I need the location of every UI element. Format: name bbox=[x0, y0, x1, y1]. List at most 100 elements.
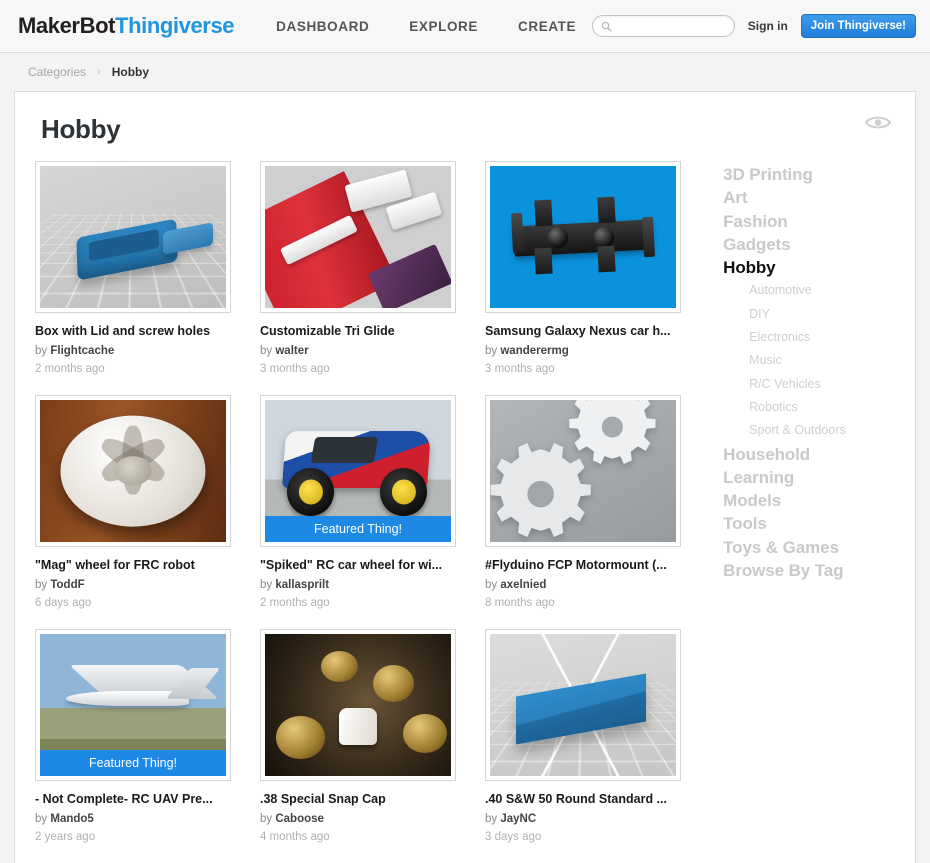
thing-title[interactable]: "Mag" wheel for FRC robot bbox=[35, 558, 231, 573]
sidebar-item-household[interactable]: Household bbox=[723, 443, 895, 466]
thing-title[interactable]: Samsung Galaxy Nexus car h... bbox=[485, 324, 681, 339]
thing-card[interactable]: Samsung Galaxy Nexus car h... by wandere… bbox=[485, 161, 681, 375]
thing-author-line: by axelnied bbox=[485, 579, 681, 591]
by-label: by bbox=[260, 345, 273, 357]
thing-card[interactable]: #Flyduino FCP Motormount (... by axelnie… bbox=[485, 395, 681, 609]
thing-author-line: by Mando5 bbox=[35, 813, 231, 825]
thing-title[interactable]: Box with Lid and screw holes bbox=[35, 324, 231, 339]
thing-date: 3 days ago bbox=[485, 831, 542, 843]
thing-title[interactable]: .38 Special Snap Cap bbox=[260, 792, 456, 807]
main-nav-links: DASHBOARD EXPLORE CREATE bbox=[276, 19, 576, 34]
thing-thumbnail[interactable] bbox=[35, 161, 231, 313]
sidebar-item-art[interactable]: Art bbox=[723, 186, 895, 209]
thing-author-line: by kallasprilt bbox=[260, 579, 456, 591]
thing-thumbnail-art-blue-box-plate bbox=[40, 166, 226, 308]
by-label: by bbox=[35, 579, 48, 591]
sidebar-item-tools[interactable]: Tools bbox=[723, 512, 895, 535]
thing-title[interactable]: Customizable Tri Glide bbox=[260, 324, 456, 339]
by-label: by bbox=[485, 345, 498, 357]
thing-thumbnail[interactable] bbox=[260, 629, 456, 781]
thing-thumbnail-art-white-wheel-wood bbox=[40, 400, 226, 542]
by-label: by bbox=[260, 813, 273, 825]
logo-thingiverse-text: Thingiverse bbox=[115, 13, 235, 38]
nav-right-group: Sign in Join Thingiverse! bbox=[591, 14, 916, 38]
thing-author[interactable]: wanderermg bbox=[500, 345, 568, 357]
by-label: by bbox=[260, 579, 273, 591]
search-input[interactable] bbox=[615, 20, 726, 32]
nav-link-create[interactable]: CREATE bbox=[518, 19, 576, 34]
nav-link-explore[interactable]: EXPLORE bbox=[409, 19, 478, 34]
thing-author[interactable]: ToddF bbox=[50, 579, 84, 591]
panel-body: Box with Lid and screw holes by Flightca… bbox=[35, 161, 895, 863]
thing-author-line: by wanderermg bbox=[485, 345, 681, 357]
thing-author[interactable]: JayNC bbox=[500, 813, 536, 825]
sidebar-subitem-rc-vehicles[interactable]: R/C Vehicles bbox=[723, 373, 895, 396]
thing-card[interactable]: .38 Special Snap Cap by Caboose 4 months… bbox=[260, 629, 456, 843]
thing-title[interactable]: "Spiked" RC car wheel for wi... bbox=[260, 558, 456, 573]
sidebar-item-learning[interactable]: Learning bbox=[723, 466, 895, 489]
by-label: by bbox=[485, 579, 498, 591]
thing-thumbnail[interactable] bbox=[485, 161, 681, 313]
thing-thumbnail[interactable]: Featured Thing! bbox=[35, 629, 231, 781]
nav-link-dashboard[interactable]: DASHBOARD bbox=[276, 19, 369, 34]
thing-card[interactable]: Box with Lid and screw holes by Flightca… bbox=[35, 161, 231, 375]
sidebar-item-3d-printing[interactable]: 3D Printing bbox=[723, 163, 895, 186]
thing-card[interactable]: .40 S&W 50 Round Standard ... by JayNC 3… bbox=[485, 629, 681, 843]
thing-card[interactable]: Featured Thing! - Not Complete- RC UAV P… bbox=[35, 629, 231, 843]
thing-thumbnail[interactable] bbox=[485, 629, 681, 781]
thing-author[interactable]: Flightcache bbox=[50, 345, 114, 357]
sidebar-subitem-sport-outdoors[interactable]: Sport & Outdoors bbox=[723, 419, 895, 442]
thing-date: 2 months ago bbox=[35, 363, 105, 375]
thing-title[interactable]: .40 S&W 50 Round Standard ... bbox=[485, 792, 681, 807]
thing-author-line: by ToddF bbox=[35, 579, 231, 591]
thing-author-line: by Caboose bbox=[260, 813, 456, 825]
sidebar-item-hobby[interactable]: Hobby bbox=[723, 256, 895, 279]
thing-author[interactable]: Mando5 bbox=[50, 813, 93, 825]
sidebar-item-fashion[interactable]: Fashion bbox=[723, 210, 895, 233]
sidebar-item-browse-by-tag[interactable]: Browse By Tag bbox=[723, 559, 895, 582]
thing-title[interactable]: - Not Complete- RC UAV Pre... bbox=[35, 792, 231, 807]
thing-author[interactable]: walter bbox=[275, 345, 308, 357]
search-icon bbox=[601, 21, 612, 32]
breadcrumb-separator-icon: › bbox=[97, 66, 101, 78]
by-label: by bbox=[35, 813, 48, 825]
thing-date: 3 months ago bbox=[485, 363, 555, 375]
thing-author[interactable]: Caboose bbox=[275, 813, 324, 825]
thing-thumbnail[interactable] bbox=[35, 395, 231, 547]
breadcrumb-categories[interactable]: Categories bbox=[28, 65, 86, 79]
thing-author[interactable]: kallasprilt bbox=[275, 579, 329, 591]
thing-card[interactable]: Featured Thing! "Spiked" RC car wheel fo… bbox=[260, 395, 456, 609]
sidebar-item-models[interactable]: Models bbox=[723, 489, 895, 512]
sidebar-item-gadgets[interactable]: Gadgets bbox=[723, 233, 895, 256]
thing-title[interactable]: #Flyduino FCP Motormount (... bbox=[485, 558, 681, 573]
sidebar-subitem-automotive[interactable]: Automotive bbox=[723, 279, 895, 302]
thing-date: 4 months ago bbox=[260, 831, 330, 843]
thing-date: 8 months ago bbox=[485, 597, 555, 609]
sidebar-subitem-robotics[interactable]: Robotics bbox=[723, 396, 895, 419]
sidebar-item-toys-games[interactable]: Toys & Games bbox=[723, 536, 895, 559]
search-box[interactable] bbox=[591, 15, 735, 37]
sidebar-subitem-music[interactable]: Music bbox=[723, 349, 895, 372]
thing-thumbnail-art-brass-casings bbox=[265, 634, 451, 776]
thing-date: 2 years ago bbox=[35, 831, 96, 843]
thing-author[interactable]: axelnied bbox=[500, 579, 546, 591]
thing-thumbnail[interactable]: Featured Thing! bbox=[260, 395, 456, 547]
site-logo[interactable]: MakerBotThingiverse bbox=[18, 13, 235, 39]
sign-in-link[interactable]: Sign in bbox=[748, 19, 788, 33]
thing-thumbnail[interactable] bbox=[260, 161, 456, 313]
logo-makerbot-text: MakerBot bbox=[18, 13, 116, 38]
featured-thing-badge: Featured Thing! bbox=[40, 750, 226, 776]
thing-card[interactable]: "Mag" wheel for FRC robot by ToddF 6 day… bbox=[35, 395, 231, 609]
eye-icon[interactable] bbox=[864, 114, 895, 136]
thing-date: 2 months ago bbox=[260, 597, 330, 609]
breadcrumb: Categories › Hobby bbox=[0, 53, 930, 91]
panel-header: Hobby bbox=[35, 114, 895, 145]
thing-thumbnail[interactable] bbox=[485, 395, 681, 547]
content-panel: Hobby Box with Lid and screw holes by Fl… bbox=[14, 91, 916, 863]
thing-date: 6 days ago bbox=[35, 597, 92, 609]
thing-card[interactable]: Customizable Tri Glide by walter 3 month… bbox=[260, 161, 456, 375]
sidebar-subitem-diy[interactable]: DIY bbox=[723, 303, 895, 326]
thing-thumbnail-art-gears-placeholder bbox=[490, 400, 676, 542]
sidebar-subitem-electronics[interactable]: Electronics bbox=[723, 326, 895, 349]
join-thingiverse-button[interactable]: Join Thingiverse! bbox=[800, 14, 916, 38]
